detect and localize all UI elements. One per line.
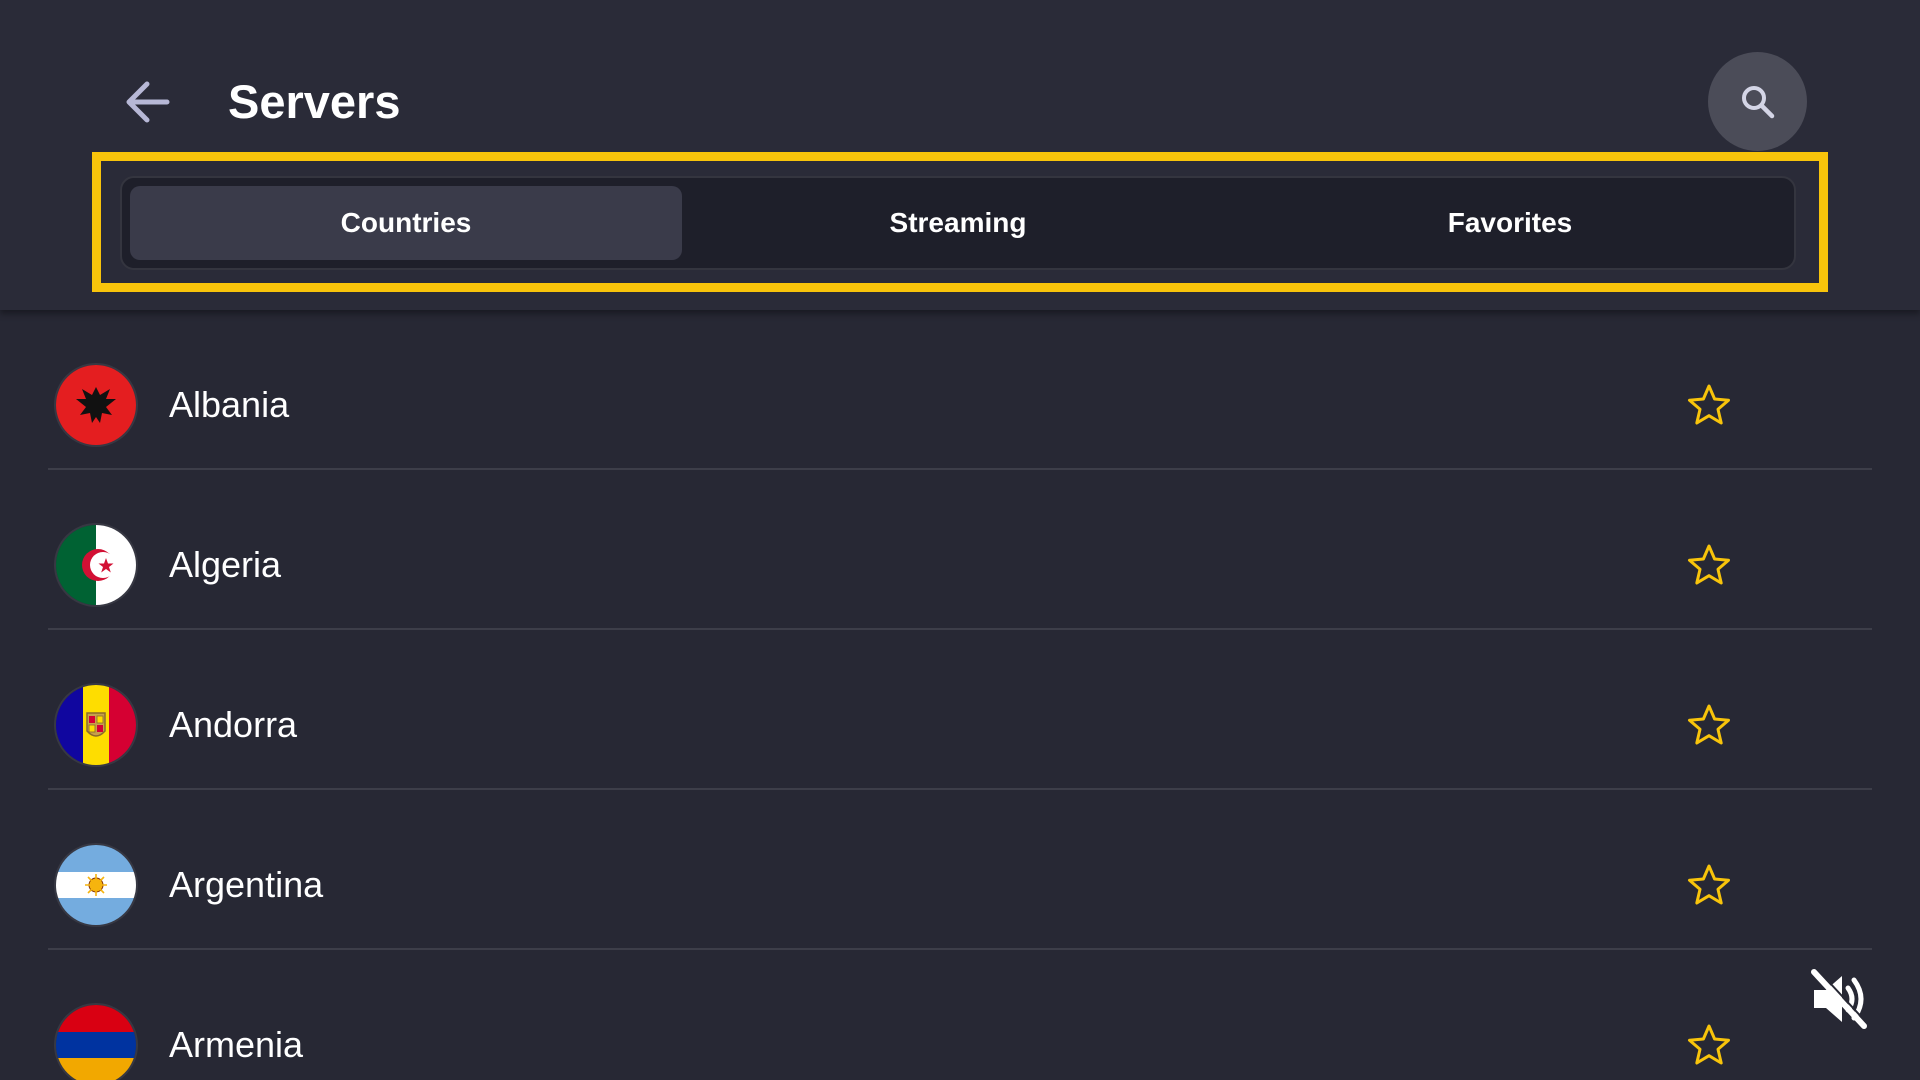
star-outline-icon xyxy=(1688,704,1730,745)
algeria-flag-icon xyxy=(56,525,136,605)
search-button[interactable] xyxy=(1708,52,1807,151)
tab-countries[interactable]: Countries xyxy=(130,186,682,260)
country-name: Albania xyxy=(169,384,290,425)
country-row-andorra[interactable]: Andorra xyxy=(48,630,1872,790)
star-outline-icon xyxy=(1688,384,1730,425)
country-row-armenia[interactable]: Armenia xyxy=(48,950,1872,1080)
country-row-albania[interactable]: Albania xyxy=(48,310,1872,470)
country-name: Argentina xyxy=(169,864,324,905)
back-button[interactable] xyxy=(112,70,182,134)
favorite-star-button[interactable] xyxy=(1684,700,1734,750)
country-name: Algeria xyxy=(169,544,282,585)
favorite-star-button[interactable] xyxy=(1684,860,1734,910)
tab-favorites[interactable]: Favorites xyxy=(1234,186,1786,260)
muted-speaker-icon xyxy=(1808,966,1872,1032)
andorra-flag-icon xyxy=(56,685,136,765)
star-outline-icon xyxy=(1688,1024,1730,1065)
search-icon xyxy=(1741,85,1774,118)
favorite-star-button[interactable] xyxy=(1684,1020,1734,1070)
argentina-flag-icon xyxy=(56,845,136,925)
country-list: Albania Algeria Andorra Argentina Armeni… xyxy=(0,310,1920,1080)
page-title: Servers xyxy=(228,75,401,128)
country-name: Armenia xyxy=(169,1024,304,1065)
favorite-star-button[interactable] xyxy=(1684,380,1734,430)
country-row-algeria[interactable]: Algeria xyxy=(48,470,1872,630)
back-arrow-icon xyxy=(126,81,170,123)
tab-streaming[interactable]: Streaming xyxy=(682,186,1234,260)
star-outline-icon xyxy=(1688,864,1730,905)
star-outline-icon xyxy=(1688,544,1730,585)
country-row-argentina[interactable]: Argentina xyxy=(48,790,1872,950)
country-name: Andorra xyxy=(169,704,298,745)
albania-flag-icon xyxy=(56,365,136,445)
header: Servers Countries Streaming Favorites xyxy=(0,0,1920,310)
tab-bar: Countries Streaming Favorites xyxy=(120,176,1796,270)
armenia-flag-icon xyxy=(56,1005,136,1080)
servers-screen: Servers Countries Streaming Favorites Al… xyxy=(0,0,1920,1080)
favorite-star-button[interactable] xyxy=(1684,540,1734,590)
